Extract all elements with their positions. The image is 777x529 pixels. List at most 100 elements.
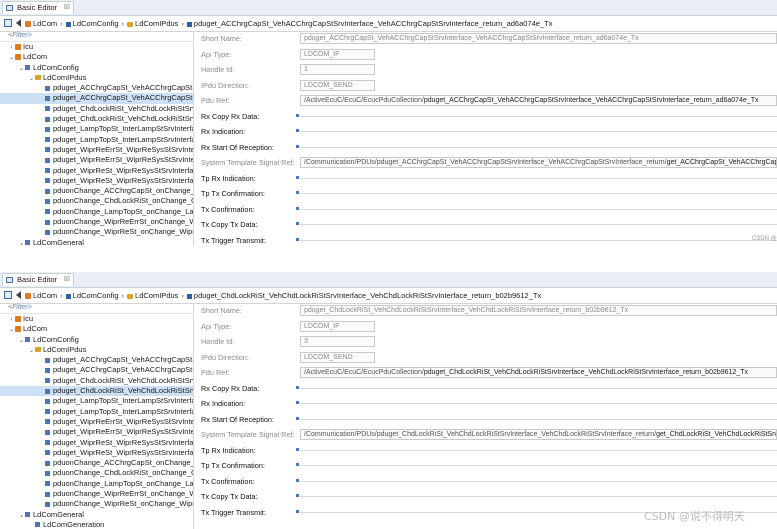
field-input[interactable] (300, 146, 777, 148)
field-input[interactable] (300, 387, 777, 389)
tree-item[interactable]: ⌄ LdCom (0, 52, 193, 62)
show-tree-icon[interactable] (4, 19, 12, 27)
tree-item[interactable]: pduget_LampTopSt_InterLampStSrvInterface… (0, 396, 193, 406)
tree-item[interactable]: pduget_WiprReErrSt_WiprReSysStSrvInterfa… (0, 155, 193, 165)
field-input[interactable] (300, 208, 777, 210)
filter-input[interactable]: <Filter> (0, 31, 193, 42)
tree-item[interactable]: pduonChange_ACChrgCapSt_onChange_ACChrgC… (0, 458, 193, 468)
reference-value[interactable]: get_ChdLockRiSt_VehChdLockRiStSrvI (656, 431, 776, 438)
breadcrumb-item[interactable]: LdCom (25, 16, 57, 31)
form-row: System Template Signal Ref: /Communicatio… (195, 155, 777, 171)
field-label: Pdu Ref: (201, 96, 230, 105)
close-icon[interactable]: ☒ (64, 2, 70, 14)
back-arrow-icon[interactable] (16, 291, 21, 299)
field-value[interactable]: LDCOM_SEND (300, 79, 375, 91)
tree-item[interactable]: pduget_WiprReErrSt_WiprReSysStSrvInterfa… (0, 427, 193, 437)
form-row: Short Name: pduget_ACChrgCapSt_VehACChrgC… (195, 31, 777, 47)
reference-value[interactable]: get_ACChrgCapSt_VehACChrgCapStS (667, 159, 776, 166)
breadcrumb-item[interactable]: LdComIPdus (127, 16, 178, 31)
breadcrumb-item[interactable]: LdCom (25, 288, 57, 303)
chevron-down-icon[interactable]: ⌄ (18, 239, 25, 246)
field-input[interactable] (300, 403, 777, 404)
tree-item[interactable]: pduonChange_WiprReSt_onChange_WiprReSt (0, 227, 193, 237)
tree-item[interactable]: pduget_ChdLockRiSt_VehChdLockRiStSrvInte… (0, 104, 193, 114)
field-input[interactable] (300, 177, 777, 179)
container-icon (25, 512, 30, 518)
field-input[interactable] (300, 115, 777, 117)
tree-item[interactable]: pduget_WiprReSt_WiprReSysStSrvInterface_ (0, 176, 193, 186)
tree-item[interactable]: pduonChange_LampTopSt_onChange_LampTopSt (0, 207, 193, 217)
tree-item[interactable]: LdComGeneration (0, 520, 193, 529)
breadcrumb-item[interactable]: LdComIPdus (127, 288, 178, 303)
breadcrumb-item[interactable]: LdComConfig (65, 16, 119, 31)
field-value[interactable]: LDCOM_IF (300, 48, 375, 60)
tree-item[interactable]: pduget_ACChrgCapSt_VehACChrgCapStSrvInte… (0, 83, 193, 93)
tree-item[interactable]: ⌄ LdComIPdus (0, 345, 193, 355)
tree-item[interactable]: ⌄ LdComGeneral (0, 510, 193, 520)
tree-item[interactable]: ⌄ LdComIPdus (0, 73, 193, 83)
filter-input[interactable]: <Filter> (0, 303, 193, 314)
field-input[interactable] (300, 224, 777, 225)
breadcrumb-label: pduget_ChdLockRiSt_VehChdLockRiStSrvInte… (193, 291, 542, 300)
reference-value[interactable]: pduget_ChdLockRiSt_VehChdLockRiStSrvInte… (424, 369, 748, 376)
basic-editor-tab[interactable]: Basic Editor ☒ (2, 1, 75, 14)
tree-item[interactable]: ⌄ LdCom (0, 324, 193, 334)
tree-item[interactable]: › Icu (0, 314, 193, 324)
tree-item[interactable]: pduget_ACChrgCapSt_VehACChrgCapStSrvInte… (0, 355, 193, 365)
tree-item[interactable]: pduget_ChdLockRiSt_VehChdLockRiStSrvInte… (0, 386, 193, 397)
field-input[interactable] (300, 480, 777, 482)
tree-item[interactable]: pduget_LampTopSt_InterLampStSrvInterface… (0, 407, 193, 417)
reference-field[interactable]: /ActiveEcuC/EcuC/EcucPduCollection/pduge… (300, 95, 777, 106)
breadcrumb-item[interactable]: LdComConfig (65, 288, 119, 303)
show-tree-icon[interactable] (4, 291, 12, 299)
field-input[interactable] (300, 449, 777, 451)
basic-editor-tab[interactable]: Basic Editor ☒ (2, 273, 75, 286)
tree-item[interactable]: ⌄ LdComConfig (0, 335, 193, 345)
field-input[interactable] (300, 239, 777, 241)
close-icon[interactable]: ☒ (64, 274, 70, 286)
tree-item[interactable]: pduonChange_WiprReErrSt_onChange_WiprReE… (0, 217, 193, 227)
tree-item[interactable]: pduget_WiprReSt_WiprReSysStSrvInterface_ (0, 166, 193, 176)
tree-item[interactable]: pduonChange_ChdLockRiSt_onChange_ChdLock… (0, 196, 193, 206)
reference-field[interactable]: /Communication/PDUs/pduget_ChdLockRiSt_V… (300, 429, 777, 440)
field-value[interactable]: 3 (300, 336, 375, 347)
field-value[interactable]: 1 (300, 64, 375, 75)
tree-item[interactable]: pduget_ACChrgCapSt_VehACChrgCapStSrvInte… (0, 365, 193, 375)
tree-item[interactable]: pduonChange_LampTopSt_onChange_LampTopSt (0, 479, 193, 489)
tree-item[interactable]: ⌄ LdComConfig (0, 63, 193, 73)
field-input[interactable] (300, 193, 777, 194)
reference-field[interactable]: /ActiveEcuC/EcuC/EcucPduCollection/pduge… (300, 367, 777, 378)
field-value[interactable]: LDCOM_SEND (300, 351, 375, 363)
tree-item[interactable]: pduget_LampTopSt_InterLampStSrvInterface… (0, 124, 193, 134)
field-input[interactable] (300, 131, 777, 132)
reference-field[interactable]: /Communication/PDUs/pduget_ACChrgCapSt_V… (300, 157, 777, 168)
tree-item[interactable]: pduget_WiprReErrSt_WiprReSysStSrvInterfa… (0, 417, 193, 427)
tree-item[interactable]: › Icu (0, 42, 193, 52)
tree-item[interactable]: pduonChange_ACChrgCapSt_onChange_ACChrgC… (0, 186, 193, 196)
tree-item[interactable]: pduonChange_WiprReSt_onChange_WiprReSt (0, 499, 193, 509)
tree-item[interactable]: pduget_WiprReErrSt_WiprReSysStSrvInterfa… (0, 145, 193, 155)
back-arrow-icon[interactable] (16, 19, 21, 27)
field-input[interactable] (300, 418, 777, 420)
tree-item[interactable]: pduonChange_ChdLockRiSt_onChange_ChdLock… (0, 468, 193, 478)
tree-item[interactable]: pduget_WiprReSt_WiprReSysStSrvInterface_ (0, 438, 193, 448)
field-value[interactable]: LDCOM_IF (300, 320, 375, 332)
tree-item[interactable]: ⌄ LdComGeneral (0, 238, 193, 246)
tree-item[interactable]: pduget_ACChrgCapSt_VehACChrgCapStSrvInte… (0, 93, 193, 104)
properties-form: Short Name: pduget_ChdLockRiSt_VehChdLock… (195, 303, 777, 529)
field-input[interactable] (300, 496, 777, 497)
tree-item[interactable]: pduonChange_WiprReErrSt_onChange_WiprReE… (0, 489, 193, 499)
breadcrumb-item[interactable]: pduget_ACChrgCapSt_VehACChrgCapStSrvInte… (186, 16, 552, 31)
tree-item[interactable]: pduget_ChdLockRiSt_VehChdLockRiStSrvInte… (0, 376, 193, 386)
reference-marker-icon (296, 447, 299, 451)
tree-item[interactable]: pduget_LampTopSt_InterLampStSrvInterface… (0, 135, 193, 145)
tree-item[interactable]: pduget_WiprReSt_WiprReSysStSrvInterface_ (0, 448, 193, 458)
tree-item[interactable]: pduget_ChdLockRiSt_VehChdLockRiStSrvInte… (0, 114, 193, 124)
field-value[interactable]: pduget_ChdLockRiSt_VehChdLockRiStSrvInte… (300, 305, 777, 316)
container-icon (45, 147, 50, 153)
field-value[interactable]: pduget_ACChrgCapSt_VehACChrgCapStSrvInte… (300, 33, 777, 44)
field-label: Short Name: (201, 306, 242, 315)
field-input[interactable] (300, 465, 777, 466)
reference-value[interactable]: pduget_ACChrgCapSt_VehACChrgCapStSrvInte… (424, 97, 759, 104)
breadcrumb-item[interactable]: pduget_ChdLockRiSt_VehChdLockRiStSrvInte… (186, 288, 542, 303)
